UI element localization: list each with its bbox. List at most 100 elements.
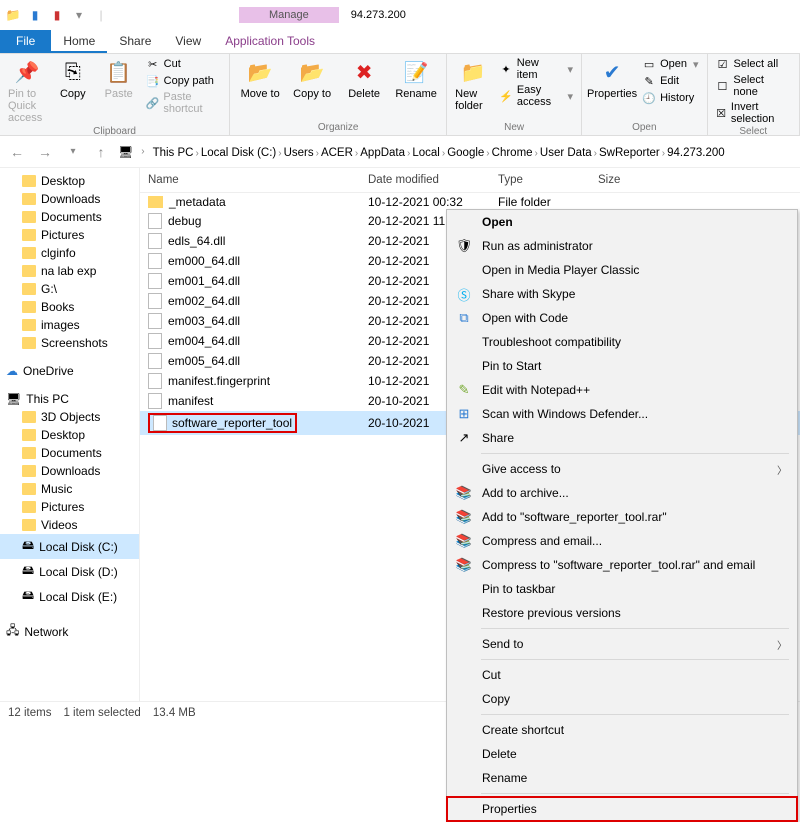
nav-onedrive[interactable]: ☁OneDrive bbox=[0, 362, 139, 380]
nav-up-button[interactable]: ↑ bbox=[90, 144, 112, 160]
nav-recent-button[interactable]: ▾ bbox=[62, 146, 84, 157]
invert-selection-button[interactable]: ☒Invert selection bbox=[714, 100, 793, 126]
nav-item[interactable]: Books bbox=[0, 298, 139, 316]
tab-file[interactable]: File bbox=[0, 30, 51, 53]
breadcrumb-part[interactable]: User Data bbox=[540, 147, 592, 159]
ctx-delete[interactable]: Delete bbox=[447, 742, 797, 766]
nav-item[interactable]: Screenshots bbox=[0, 334, 139, 352]
breadcrumb[interactable]: This PC›Local Disk (C:)›Users›ACER›AppDa… bbox=[153, 145, 725, 159]
easy-access-button[interactable]: ⚡Easy access▾ bbox=[497, 83, 575, 109]
col-size[interactable]: Size bbox=[590, 168, 800, 192]
tab-application-tools[interactable]: Application Tools bbox=[213, 30, 327, 53]
cut-button[interactable]: ✂Cut bbox=[144, 56, 223, 72]
breadcrumb-part[interactable]: AppData bbox=[360, 147, 405, 159]
nav-item[interactable]: 3D Objects bbox=[0, 408, 139, 426]
ctx-addarchive[interactable]: 📚Add to archive... bbox=[447, 481, 797, 505]
nav-item[interactable]: Pictures bbox=[0, 498, 139, 516]
breadcrumb-part[interactable]: This PC bbox=[153, 147, 194, 159]
ctx-open[interactable]: Open bbox=[447, 210, 797, 234]
nav-item[interactable]: Documents bbox=[0, 208, 139, 226]
nav-item[interactable]: Music bbox=[0, 480, 139, 498]
qat-item[interactable]: ▮ bbox=[48, 6, 66, 24]
open-button[interactable]: ▭Open▾ bbox=[640, 56, 700, 72]
ctx-troubleshoot[interactable]: Troubleshoot compatibility bbox=[447, 330, 797, 354]
delete-button[interactable]: ✖Delete bbox=[340, 56, 388, 102]
context-menu[interactable]: Open 🛡Run as administrator Open in Media… bbox=[446, 209, 798, 822]
nav-item[interactable]: 🖴Local Disk (C:) bbox=[0, 534, 139, 559]
properties-button[interactable]: ✔Properties bbox=[588, 56, 636, 102]
edit-button[interactable]: ✎Edit bbox=[640, 73, 700, 89]
nav-item[interactable]: Downloads bbox=[0, 190, 139, 208]
ctx-compressemail[interactable]: 📚Compress and email... bbox=[447, 529, 797, 553]
ctx-compressrar[interactable]: 📚Compress to "software_reporter_tool.rar… bbox=[447, 553, 797, 577]
nav-network[interactable]: 🖧Network bbox=[0, 619, 139, 644]
breadcrumb-part[interactable]: 94.273.200 bbox=[667, 147, 725, 159]
tab-share[interactable]: Share bbox=[107, 30, 163, 53]
nav-forward-button[interactable]: → bbox=[34, 144, 56, 160]
paste-button[interactable]: 📋Paste bbox=[98, 56, 140, 102]
col-type[interactable]: Type bbox=[490, 168, 590, 192]
ctx-notepadpp[interactable]: ✎Edit with Notepad++ bbox=[447, 378, 797, 402]
copy-path-button[interactable]: 📑Copy path bbox=[144, 73, 223, 89]
nav-item[interactable]: images bbox=[0, 316, 139, 334]
nav-item[interactable]: Desktop bbox=[0, 426, 139, 444]
ctx-sendto[interactable]: Send to〉 bbox=[447, 632, 797, 656]
ctx-pintaskbar[interactable]: Pin to taskbar bbox=[447, 577, 797, 601]
nav-item[interactable]: 🖴Local Disk (E:) bbox=[0, 584, 139, 609]
breadcrumb-part[interactable]: Users bbox=[284, 147, 314, 159]
nav-item[interactable]: clginfo bbox=[0, 244, 139, 262]
col-date[interactable]: Date modified bbox=[360, 168, 490, 192]
qat-overflow[interactable]: ▾ bbox=[70, 6, 88, 24]
breadcrumb-part[interactable]: ACER bbox=[321, 147, 353, 159]
pin-quick-access-button[interactable]: 📌Pin to Quick access bbox=[6, 56, 48, 126]
ctx-restore[interactable]: Restore previous versions bbox=[447, 601, 797, 625]
ctx-pinstart[interactable]: Pin to Start bbox=[447, 354, 797, 378]
nav-item[interactable]: Videos bbox=[0, 516, 139, 534]
nav-back-button[interactable]: ← bbox=[6, 144, 28, 160]
breadcrumb-part[interactable]: Local Disk (C:) bbox=[201, 147, 276, 159]
ctx-addrar[interactable]: 📚Add to "software_reporter_tool.rar" bbox=[447, 505, 797, 529]
col-name[interactable]: Name bbox=[140, 168, 360, 192]
ctx-giveaccess[interactable]: Give access to〉 bbox=[447, 457, 797, 481]
column-headers[interactable]: Name Date modified Type Size bbox=[140, 168, 800, 193]
ctx-createshortcut[interactable]: Create shortcut bbox=[447, 718, 797, 742]
select-none-button[interactable]: ☐Select none bbox=[714, 73, 793, 99]
copy-button[interactable]: ⎘Copy bbox=[52, 56, 94, 102]
ctx-share[interactable]: ↗Share bbox=[447, 426, 797, 450]
ctx-rename[interactable]: Rename bbox=[447, 766, 797, 790]
copy-to-button[interactable]: 📂Copy to bbox=[288, 56, 336, 102]
new-folder-button[interactable]: 📁New folder bbox=[453, 56, 493, 114]
paste-shortcut-button[interactable]: 🔗Paste shortcut bbox=[144, 90, 223, 116]
nav-item[interactable]: 🖴Local Disk (D:) bbox=[0, 559, 139, 584]
tab-view[interactable]: View bbox=[163, 30, 213, 53]
breadcrumb-part[interactable]: Google bbox=[447, 147, 484, 159]
nav-item[interactable]: Pictures bbox=[0, 226, 139, 244]
nav-item[interactable]: Downloads bbox=[0, 462, 139, 480]
select-all-button[interactable]: ☑Select all bbox=[714, 56, 793, 72]
ctx-properties[interactable]: Properties bbox=[447, 797, 797, 821]
ctx-skype[interactable]: ⓈShare with Skype bbox=[447, 282, 797, 306]
tab-home[interactable]: Home bbox=[51, 30, 107, 53]
ctx-cut[interactable]: Cut bbox=[447, 663, 797, 687]
path-icon: 📑 bbox=[146, 74, 160, 88]
rename-button[interactable]: 📝Rename bbox=[392, 56, 440, 102]
ctx-mpc[interactable]: Open in Media Player Classic bbox=[447, 258, 797, 282]
history-button[interactable]: 🕘History bbox=[640, 90, 700, 106]
ctx-copy[interactable]: Copy bbox=[447, 687, 797, 711]
breadcrumb-part[interactable]: Chrome bbox=[492, 147, 533, 159]
ctx-code[interactable]: ⧉Open with Code bbox=[447, 306, 797, 330]
nav-item[interactable]: na lab exp bbox=[0, 262, 139, 280]
qat-item[interactable]: ▮ bbox=[26, 6, 44, 24]
nav-item[interactable]: Documents bbox=[0, 444, 139, 462]
breadcrumb-part[interactable]: SwReporter bbox=[599, 147, 660, 159]
new-item-button[interactable]: ✦New item▾ bbox=[497, 56, 575, 82]
nav-item[interactable]: G:\ bbox=[0, 280, 139, 298]
file-icon bbox=[148, 293, 162, 309]
breadcrumb-part[interactable]: Local bbox=[412, 147, 440, 159]
navigation-pane[interactable]: DesktopDownloadsDocumentsPicturesclginfo… bbox=[0, 168, 140, 708]
ctx-runas[interactable]: 🛡Run as administrator bbox=[447, 234, 797, 258]
nav-thispc[interactable]: 🖥This PC bbox=[0, 390, 139, 408]
move-to-button[interactable]: 📂Move to bbox=[236, 56, 284, 102]
nav-item[interactable]: Desktop bbox=[0, 172, 139, 190]
ctx-defender[interactable]: ⊞Scan with Windows Defender... bbox=[447, 402, 797, 426]
